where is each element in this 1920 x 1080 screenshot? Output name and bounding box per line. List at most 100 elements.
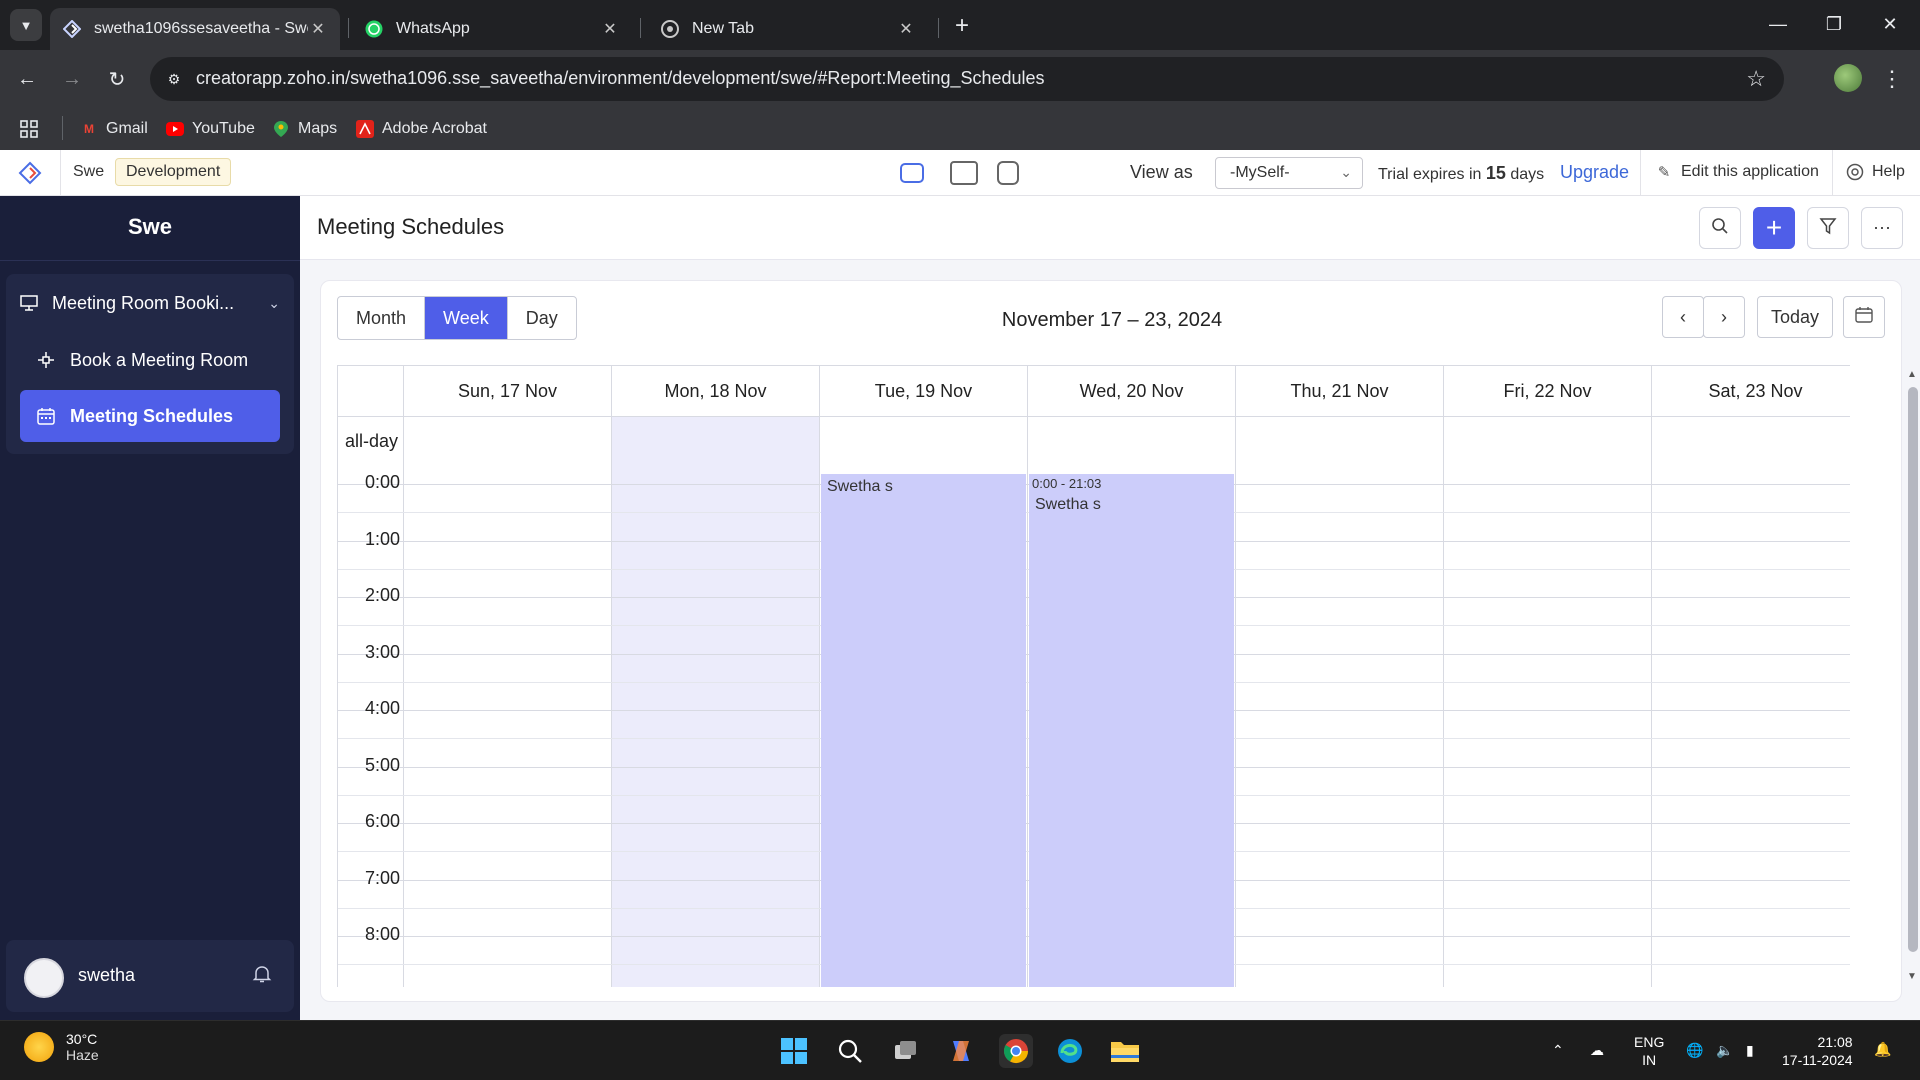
scrollbar-thumb[interactable] [1908, 387, 1918, 952]
main-content: Meeting Schedules + ⋯ Month Week Day Nov… [300, 196, 1920, 1020]
user-panel[interactable]: swetha [6, 940, 294, 1012]
scroll-down-icon[interactable]: ▼ [1907, 971, 1917, 982]
battery-icon[interactable]: ▮ [1746, 1041, 1754, 1059]
view-as-select[interactable]: -MySelf- ⌄ [1215, 157, 1363, 189]
language-indicator[interactable]: ENG IN [1634, 1033, 1664, 1069]
new-tab-button[interactable]: + [948, 12, 976, 40]
bookmark-adobe-acrobat[interactable]: Adobe Acrobat [356, 116, 487, 142]
bookmark-maps[interactable]: Maps [272, 116, 337, 142]
divider [1640, 150, 1641, 196]
tab-title: swetha1096ssesaveetha - Swe [94, 20, 308, 37]
previous-week-button[interactable]: ‹ [1662, 296, 1704, 338]
view-as-label: View as [1130, 162, 1193, 182]
site-info-icon[interactable]: ⚙ [162, 67, 186, 91]
windows-start-icon[interactable] [777, 1034, 811, 1068]
profile-avatar[interactable] [1834, 64, 1862, 92]
day-header[interactable]: Wed, 20 Nov [1028, 366, 1236, 417]
close-icon[interactable]: ✕ [600, 19, 620, 39]
bookmark-youtube[interactable]: YouTube [166, 116, 255, 142]
whatsapp-icon [364, 19, 384, 39]
date-picker-button[interactable] [1843, 296, 1885, 338]
forward-icon[interactable]: → [57, 64, 87, 94]
page-title: Meeting Schedules [317, 214, 505, 239]
reload-icon[interactable]: ↻ [102, 64, 132, 94]
trial-days: 15 [1485, 163, 1506, 183]
mobile-preview-icon[interactable] [997, 161, 1019, 185]
tab-separator [640, 18, 641, 38]
day-header[interactable]: Fri, 22 Nov [1444, 366, 1652, 417]
day-column[interactable] [1444, 417, 1652, 987]
weather-widget[interactable]: 30°C Haze [24, 1031, 99, 1063]
day-column[interactable] [1236, 417, 1444, 987]
clock[interactable]: 21:08 17-11-2024 [1782, 1033, 1853, 1069]
time-label: 0:00 [364, 472, 400, 492]
day-column[interactable] [404, 417, 612, 987]
copilot-icon[interactable] [944, 1034, 978, 1068]
url-text[interactable]: creatorapp.zoho.in/swetha1096.sse_saveet… [196, 68, 1045, 89]
window-close-icon[interactable]: ✕ [1862, 8, 1918, 40]
minimize-icon[interactable]: — [1750, 8, 1806, 40]
edit-application-button[interactable]: ✎ Edit this application [1655, 163, 1819, 181]
tablet-preview-icon[interactable] [950, 161, 978, 185]
tab-search-dropdown[interactable]: ▼ [10, 9, 42, 41]
acrobat-icon [356, 120, 374, 138]
network-icon[interactable]: 🌐 [1686, 1041, 1703, 1059]
tab-new-tab[interactable]: New Tab ✕ [648, 8, 928, 50]
help-button[interactable]: Help [1846, 163, 1905, 181]
add-record-button[interactable]: + [1753, 207, 1795, 249]
volume-muted-icon[interactable]: 🔈 [1716, 1041, 1733, 1059]
address-bar-row: ← → ↻ ⚙ creatorapp.zoho.in/swetha1096.ss… [0, 50, 1920, 108]
taskbar-search-icon[interactable] [833, 1034, 867, 1068]
show-hidden-icons[interactable]: ⌃ [1552, 1041, 1564, 1059]
apps-grid-icon[interactable] [20, 116, 38, 142]
close-icon[interactable]: ✕ [896, 19, 916, 39]
app-name[interactable]: Swe [73, 163, 104, 181]
filter-button[interactable] [1807, 207, 1849, 249]
zoho-creator-logo-icon[interactable] [16, 160, 44, 186]
calendar-scrollbar[interactable]: ▲ ▼ [1905, 365, 1919, 987]
avatar[interactable] [24, 958, 64, 998]
scroll-up-icon[interactable]: ▲ [1907, 369, 1917, 380]
url-bar[interactable]: ⚙ creatorapp.zoho.in/swetha1096.sse_save… [150, 57, 1784, 101]
browser-menu-icon[interactable]: ⋮ [1881, 64, 1903, 94]
edge-icon[interactable] [1053, 1034, 1087, 1068]
day-column[interactable] [612, 417, 820, 987]
onedrive-icon[interactable]: ☁ [1590, 1041, 1604, 1059]
more-options-button[interactable]: ⋯ [1861, 207, 1903, 249]
next-week-button[interactable]: › [1703, 296, 1745, 338]
help-label: Help [1872, 163, 1905, 180]
sidebar-group-meeting-room-booking[interactable]: Meeting Room Booki... ⌄ [20, 286, 280, 320]
task-view-icon[interactable] [889, 1034, 923, 1068]
event-block[interactable]: Swetha s [821, 474, 1026, 987]
upgrade-link[interactable]: Upgrade [1560, 162, 1629, 183]
trial-suffix: days [1510, 166, 1545, 183]
day-header[interactable]: Sun, 17 Nov [404, 366, 612, 417]
tab-separator [938, 18, 939, 38]
desktop-preview-icon[interactable] [900, 163, 924, 183]
bookmark-star-icon[interactable]: ☆ [1746, 66, 1766, 92]
chrome-taskbar-icon[interactable] [999, 1034, 1033, 1068]
bookmark-label: YouTube [192, 120, 255, 137]
day-header[interactable]: Thu, 21 Nov [1236, 366, 1444, 417]
sidebar-item-meeting-schedules[interactable]: Meeting Schedules [20, 390, 280, 442]
close-icon[interactable]: ✕ [308, 19, 328, 39]
youtube-icon [166, 120, 184, 138]
restore-icon[interactable]: ❐ [1806, 8, 1862, 40]
day-header[interactable]: Tue, 19 Nov [820, 366, 1028, 417]
day-column[interactable] [1652, 417, 1850, 987]
bell-icon[interactable] [252, 964, 272, 989]
notification-bell-icon[interactable]: 🔔 [1874, 1040, 1891, 1058]
back-icon[interactable]: ← [12, 64, 42, 94]
day-header[interactable]: Sat, 23 Nov [1652, 366, 1850, 417]
file-explorer-icon[interactable] [1108, 1034, 1142, 1068]
sidebar-item-book-a-meeting-room[interactable]: Book a Meeting Room [20, 334, 280, 386]
bookmark-gmail[interactable]: M Gmail [80, 116, 148, 142]
gmail-icon: M [84, 122, 94, 136]
edit-application-label: Edit this application [1681, 163, 1819, 180]
tab-whatsapp[interactable]: WhatsApp ✕ [352, 8, 632, 50]
day-header[interactable]: Mon, 18 Nov [612, 366, 820, 417]
search-button[interactable] [1699, 207, 1741, 249]
tab-swe[interactable]: swetha1096ssesaveetha - Swe ✕ [50, 8, 340, 50]
event-block[interactable]: 0:00 - 21:03 Swetha s [1029, 474, 1234, 987]
today-button[interactable]: Today [1757, 296, 1833, 338]
